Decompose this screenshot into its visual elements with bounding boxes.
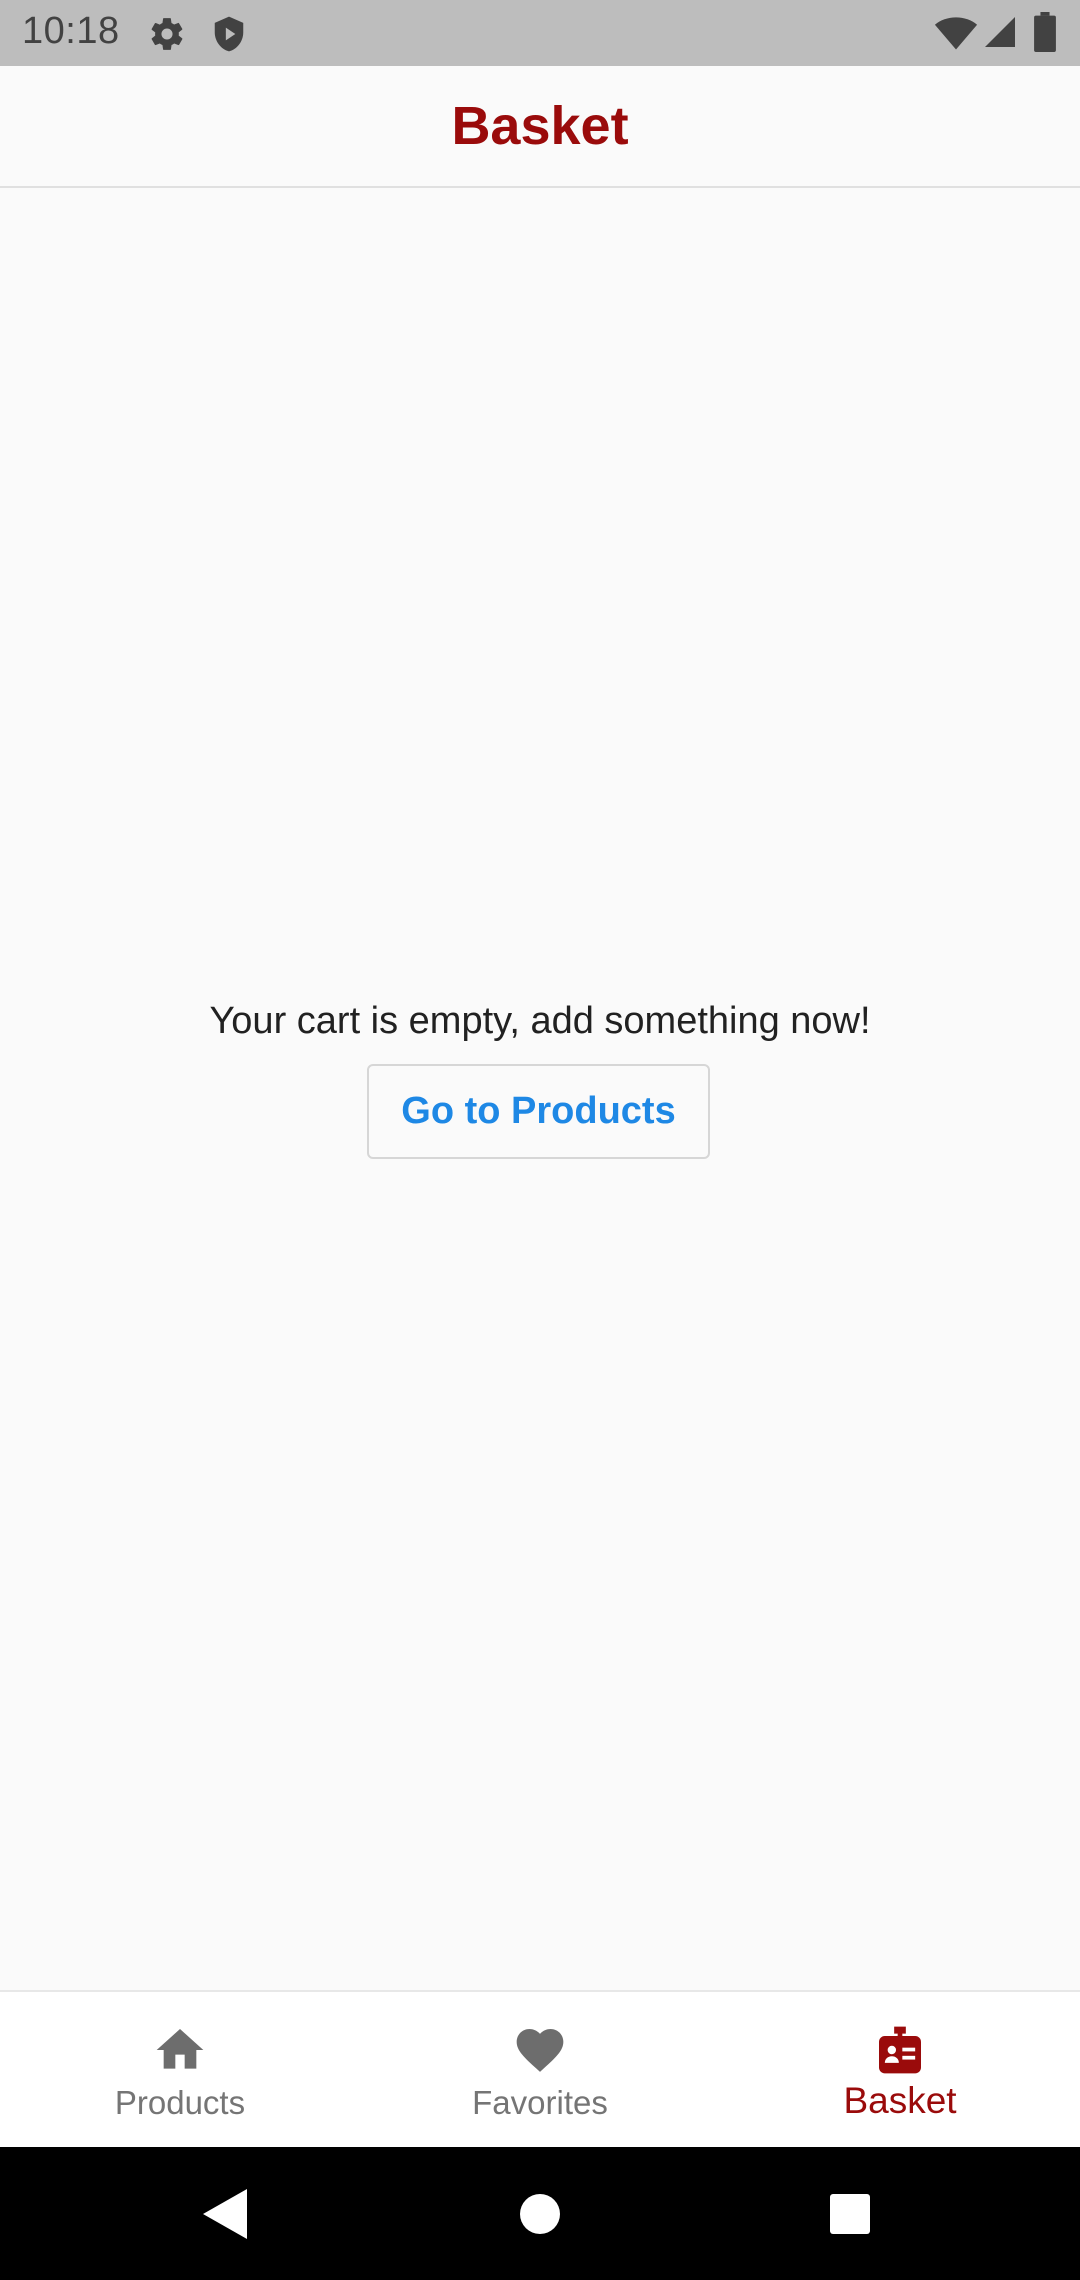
page-title: Basket	[451, 96, 629, 156]
basket-content: Your cart is empty, add something now! G…	[0, 188, 1080, 1990]
status-time: 10:18	[22, 10, 120, 52]
id-badge-icon	[879, 2026, 921, 2074]
home-circle-icon[interactable]	[519, 2193, 561, 2235]
nav-item-products[interactable]: Products	[0, 1992, 360, 2149]
nav-item-label: Products	[114, 2084, 246, 2121]
bottom-navigation: Products Favorites Basket	[0, 1990, 1080, 2149]
nav-item-label: Basket	[843, 2080, 957, 2121]
battery-icon	[1034, 12, 1056, 52]
nav-item-favorites[interactable]: Favorites	[360, 1992, 720, 2149]
recents-square-icon[interactable]	[829, 2193, 871, 2235]
go-to-products-button[interactable]: Go to Products	[367, 1064, 710, 1159]
shield-play-icon	[214, 16, 244, 52]
wifi-icon	[934, 17, 978, 50]
back-icon[interactable]	[203, 2189, 247, 2239]
app-bar: Basket	[0, 66, 1080, 188]
nav-item-label: Favorites	[472, 2084, 608, 2121]
nav-item-basket[interactable]: Basket	[720, 1992, 1080, 2149]
system-navigation-bar	[0, 2147, 1080, 2280]
gear-icon	[151, 18, 183, 50]
status-bar: 10:18	[0, 0, 1080, 66]
heart-icon	[516, 2029, 564, 2072]
home-icon	[156, 2029, 204, 2069]
signal-icon	[985, 17, 1015, 47]
empty-cart-message: Your cart is empty, add something now!	[209, 1000, 871, 1042]
